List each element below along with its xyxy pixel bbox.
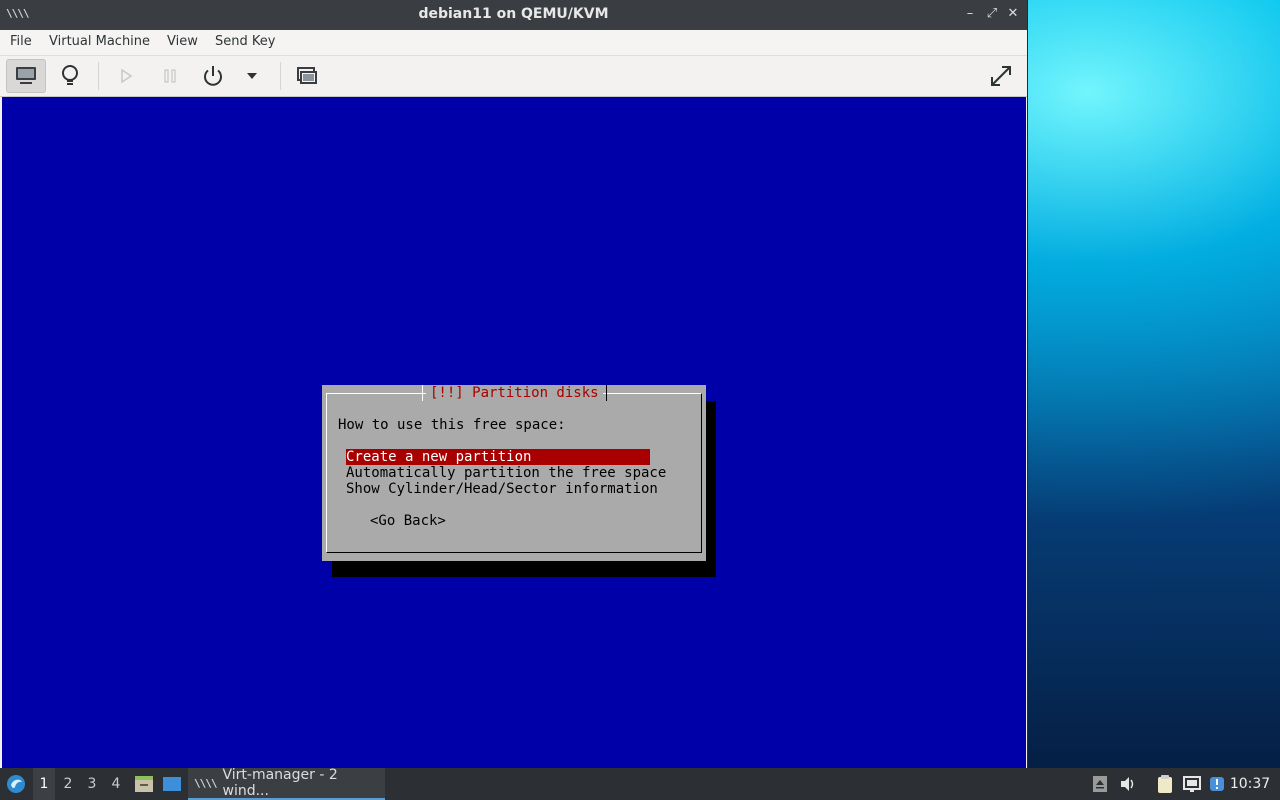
menu-bar: File Virtual Machine View Send Key bbox=[0, 30, 1027, 56]
volume-icon bbox=[1121, 777, 1134, 791]
workspace-2[interactable]: 2 bbox=[57, 768, 79, 800]
pause-icon bbox=[164, 69, 176, 83]
menu-view[interactable]: View bbox=[167, 34, 198, 49]
vm-console[interactable]: [!!] Partition disks How to use this fre… bbox=[2, 97, 1026, 768]
option-show-chs-info[interactable]: Show Cylinder/Head/Sector information bbox=[346, 481, 658, 497]
window-title: debian11 on QEMU/KVM bbox=[418, 6, 609, 22]
tray-eject-button[interactable] bbox=[1090, 768, 1110, 800]
workspace-3[interactable]: 3 bbox=[81, 768, 103, 800]
chevron-down-icon bbox=[247, 73, 257, 79]
snapshots-button[interactable] bbox=[287, 59, 327, 93]
workspace-1[interactable]: 1 bbox=[33, 768, 55, 800]
task-label: Virt-manager - 2 wind... bbox=[222, 767, 338, 799]
show-desktop-button[interactable] bbox=[160, 768, 184, 800]
workspace-4[interactable]: 4 bbox=[105, 768, 127, 800]
taskbar-task-virt-manager[interactable]: \\\\ Virt-manager - 2 wind... bbox=[188, 767, 385, 800]
run-button[interactable] bbox=[106, 59, 146, 93]
updates-notifier-button[interactable] bbox=[1207, 768, 1227, 800]
toolbar-separator bbox=[98, 62, 99, 90]
console-icon bbox=[16, 67, 36, 84]
volume-button[interactable] bbox=[1117, 768, 1139, 800]
power-menu-button[interactable] bbox=[232, 59, 272, 93]
lxqt-logo-icon bbox=[7, 775, 25, 793]
toolbar-separator bbox=[280, 62, 281, 90]
network-button[interactable] bbox=[1181, 768, 1203, 800]
maximize-button[interactable]: ⤢ bbox=[984, 6, 1000, 22]
taskbar: 1 2 3 4 \\\\ Virt-manager - 2 wind... 10… bbox=[0, 767, 1280, 800]
network-icon bbox=[1183, 776, 1201, 792]
menu-send-key[interactable]: Send Key bbox=[215, 34, 275, 49]
go-back-button[interactable]: <Go Back> bbox=[370, 513, 446, 529]
updates-icon bbox=[1210, 777, 1224, 791]
dialog-title: [!!] Partition disks bbox=[422, 385, 607, 401]
title-bar[interactable]: \\\\ debian11 on QEMU/KVM – ⤢ ✕ bbox=[0, 0, 1027, 30]
desktop-icon bbox=[163, 777, 181, 791]
partition-disks-dialog: [!!] Partition disks How to use this fre… bbox=[322, 385, 706, 561]
option-auto-partition-free-space[interactable]: Automatically partition the free space bbox=[346, 465, 666, 481]
option-create-new-partition[interactable]: Create a new partition bbox=[346, 449, 650, 465]
power-icon bbox=[204, 66, 222, 86]
lightbulb-details-icon bbox=[62, 65, 78, 85]
snapshots-icon bbox=[297, 67, 317, 84]
close-button[interactable]: ✕ bbox=[1005, 6, 1021, 22]
dialog-prompt: How to use this free space: bbox=[338, 417, 566, 433]
virt-manager-window: \\\\ debian11 on QEMU/KVM – ⤢ ✕ File Vir… bbox=[0, 0, 1027, 768]
eject-icon bbox=[1093, 776, 1107, 792]
console-button[interactable] bbox=[6, 59, 46, 93]
pause-button[interactable] bbox=[150, 59, 190, 93]
run-icon bbox=[121, 68, 133, 84]
power-button[interactable] bbox=[193, 59, 233, 93]
file-manager-icon bbox=[135, 776, 153, 792]
virt-manager-task-icon: \\\\ bbox=[194, 776, 217, 790]
clock[interactable]: 10:37 bbox=[1228, 768, 1272, 800]
toolbar bbox=[0, 56, 1027, 97]
minimize-button[interactable]: – bbox=[962, 6, 978, 22]
menu-file[interactable]: File bbox=[10, 34, 32, 49]
menu-virtual-machine[interactable]: Virtual Machine bbox=[49, 34, 150, 49]
file-manager-launcher[interactable] bbox=[132, 768, 156, 800]
details-button[interactable] bbox=[50, 59, 90, 93]
clipboard-button[interactable] bbox=[1154, 768, 1176, 800]
fullscreen-button[interactable] bbox=[981, 59, 1021, 93]
start-menu-button[interactable] bbox=[2, 768, 30, 800]
fullscreen-icon bbox=[991, 66, 1011, 86]
clipboard-icon bbox=[1158, 775, 1172, 793]
